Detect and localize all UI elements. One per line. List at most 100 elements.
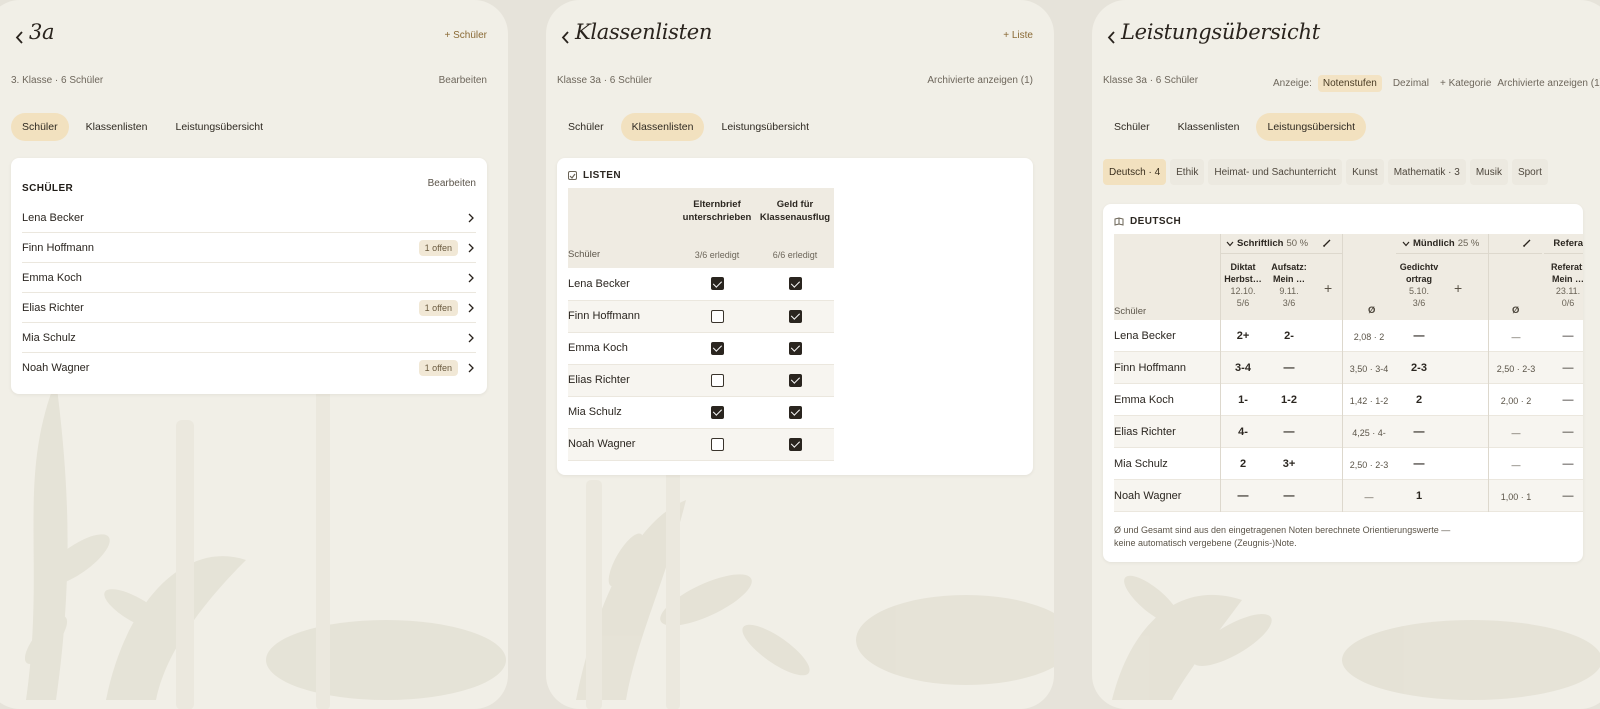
grade-cell-presentation[interactable]: — (1546, 394, 1583, 406)
checkbox-checked[interactable] (788, 277, 802, 291)
student-list-item[interactable]: Noah Wagner 1 offen (22, 353, 476, 383)
grade-cell-poem[interactable]: — (1396, 330, 1442, 342)
grade-cell-essay[interactable]: — (1266, 426, 1312, 438)
students-panel: 3a + Schüler 3. Klasse · 6 Schüler Bearb… (0, 0, 508, 709)
tab-class-lists[interactable]: Klassenlisten (1167, 113, 1251, 141)
grade-cell-poem[interactable]: 2 (1396, 394, 1442, 406)
grade-cell-presentation[interactable]: — (1546, 330, 1583, 342)
average-cell-oral: 2,00 · 2 (1500, 396, 1532, 406)
table-row: Noah Wagner — — —1 1,00 · 1— (1114, 480, 1583, 512)
grade-cell-dictation[interactable]: 4- (1220, 426, 1266, 438)
column-status: 3/6 erledigt (694, 250, 740, 260)
add-category-button[interactable]: + Kategorie (1440, 78, 1491, 89)
lists-card: LISTEN Schüler Elternbrief unterschrieben… (557, 158, 1033, 475)
grade-cell-essay[interactable]: — (1266, 362, 1312, 374)
grade-cell-dictation[interactable]: 2+ (1220, 330, 1266, 342)
table-row: Lena Becker (568, 268, 834, 301)
column-header-poem[interactable]: Gedichtv ortrag 5.10. 3/6 (1396, 261, 1442, 309)
tab-class-lists[interactable]: Klassenlisten (620, 113, 705, 141)
student-list-item[interactable]: Emma Koch (22, 263, 476, 293)
grade-cell-presentation[interactable]: — (1546, 426, 1583, 438)
checkbox-checked[interactable] (788, 341, 802, 355)
subject-tabs: Deutsch · 4 Ethik Heimat- und Sachunterric… (1103, 159, 1548, 185)
grade-cell-essay[interactable]: 2- (1266, 330, 1312, 342)
tab-performance[interactable]: Leistungsübersicht (1256, 113, 1367, 141)
column-header-essay[interactable]: Aufsatz: Mein … 9.11. 3/6 (1266, 261, 1312, 309)
grade-cell-poem[interactable]: 1 (1396, 490, 1442, 502)
grade-cell-dictation[interactable]: 1- (1220, 394, 1266, 406)
checkbox-unchecked[interactable] (710, 373, 724, 387)
subject-tab[interactable]: Kunst (1346, 159, 1384, 185)
checkbox-checked[interactable] (788, 405, 802, 419)
checkbox-unchecked[interactable] (710, 309, 724, 323)
grade-cell-dictation[interactable]: 2 (1220, 458, 1266, 470)
column-header-student: Schüler (1114, 306, 1147, 317)
chevron-down-icon (1402, 241, 1410, 246)
student-list-item[interactable]: Finn Hoffmann 1 offen (22, 233, 476, 263)
column-header-trip-money[interactable]: Geld für Klassenausflug 6/6 erledigt (756, 188, 834, 268)
add-student-button[interactable]: + Schüler (444, 30, 487, 41)
grade-cell-essay[interactable]: 3+ (1266, 458, 1312, 470)
grade-cell-presentation[interactable]: — (1546, 362, 1583, 374)
class-subtitle: Klasse 3a · 6 Schüler (1103, 75, 1199, 86)
display-decimal-toggle[interactable]: Dezimal (1388, 75, 1434, 92)
tab-students[interactable]: Schüler (557, 113, 615, 141)
checkbox-checked[interactable] (710, 341, 724, 355)
tab-students[interactable]: Schüler (11, 113, 69, 141)
pencil-icon[interactable] (1522, 238, 1532, 248)
subject-tab[interactable]: Mathematik · 3 (1387, 159, 1466, 185)
back-button[interactable] (1103, 22, 1119, 52)
tab-class-lists[interactable]: Klassenlisten (75, 113, 159, 141)
back-button[interactable] (557, 22, 573, 52)
checkbox-checked[interactable] (788, 437, 802, 451)
tab-students[interactable]: Schüler (1103, 113, 1161, 141)
card-title: SCHÜLER (22, 183, 74, 194)
subject-tab[interactable]: Heimat- und Sachunterricht (1208, 159, 1343, 185)
class-subtitle: 3. Klasse · 6 Schüler (11, 75, 104, 86)
add-written-grade-button[interactable]: + (1324, 280, 1332, 296)
grade-cell-essay[interactable]: 1-2 (1266, 394, 1312, 406)
average-header-oral: Ø (1512, 305, 1520, 316)
checkbox-checked[interactable] (788, 373, 802, 387)
grade-cell-essay[interactable]: — (1266, 490, 1312, 502)
edit-students-button[interactable]: Bearbeiten (428, 178, 476, 189)
subject-tab[interactable]: Sport (1511, 159, 1548, 185)
grade-cell-dictation[interactable]: — (1220, 490, 1266, 502)
grade-cell-poem[interactable]: 2-3 (1396, 362, 1442, 374)
grade-cell-poem[interactable]: — (1396, 458, 1442, 470)
add-list-button[interactable]: + Liste (1003, 30, 1033, 41)
grade-cell-presentation[interactable]: — (1546, 490, 1583, 502)
subject-tab[interactable]: Musik (1469, 159, 1508, 185)
student-list-item[interactable]: Lena Becker (22, 203, 476, 233)
pencil-icon[interactable] (1322, 238, 1332, 248)
checkbox-checked[interactable] (710, 277, 724, 291)
column-header-parent-letter[interactable]: Elternbrief unterschrieben 3/6 erledigt (678, 188, 756, 268)
column-status: 6/6 erledigt (772, 250, 818, 260)
column-header-dictation[interactable]: Diktat Herbst… 12.10. 5/6 (1220, 261, 1266, 309)
edit-class-button[interactable]: Bearbeiten (439, 75, 487, 86)
student-list-item[interactable]: Elias Richter 1 offen (22, 293, 476, 323)
category-header-presentation[interactable]: Refera (1544, 234, 1583, 254)
card-title: DEUTSCH (1130, 216, 1182, 227)
table-row: Emma Koch 1- 1-2 1,42 · 1-2 2 2,00 · 2 — (1114, 384, 1583, 416)
show-archived-button[interactable]: Archivierte anzeigen (1) (927, 75, 1033, 86)
tab-performance[interactable]: Leistungsübersicht (164, 113, 274, 141)
category-header-oral[interactable]: Mündlich 25 % (1396, 234, 1542, 254)
average-cell-oral: — (1511, 332, 1521, 342)
add-oral-grade-button[interactable]: + (1454, 280, 1462, 296)
grade-cell-presentation[interactable]: — (1546, 458, 1583, 470)
subject-tab[interactable]: Deutsch · 4 (1103, 159, 1167, 185)
checkbox-unchecked[interactable] (710, 437, 724, 451)
grade-cell-dictation[interactable]: 3-4 (1220, 362, 1266, 374)
student-list-item[interactable]: Mia Schulz (22, 323, 476, 353)
back-button[interactable] (11, 22, 27, 52)
checkbox-checked[interactable] (788, 309, 802, 323)
checkbox-checked[interactable] (710, 405, 724, 419)
grade-cell-poem[interactable]: — (1396, 426, 1442, 438)
category-header-written[interactable]: Schriftlich 50 % (1220, 234, 1342, 254)
subject-tab[interactable]: Ethik (1170, 159, 1205, 185)
show-archived-button[interactable]: Archivierte anzeigen (1) (1497, 78, 1600, 89)
tab-performance[interactable]: Leistungsübersicht (710, 113, 820, 141)
display-grade-levels-toggle[interactable]: Notenstufen (1317, 75, 1382, 92)
column-header-presentation[interactable]: Referat: Mein … 23.11. 0/6 (1546, 261, 1583, 309)
